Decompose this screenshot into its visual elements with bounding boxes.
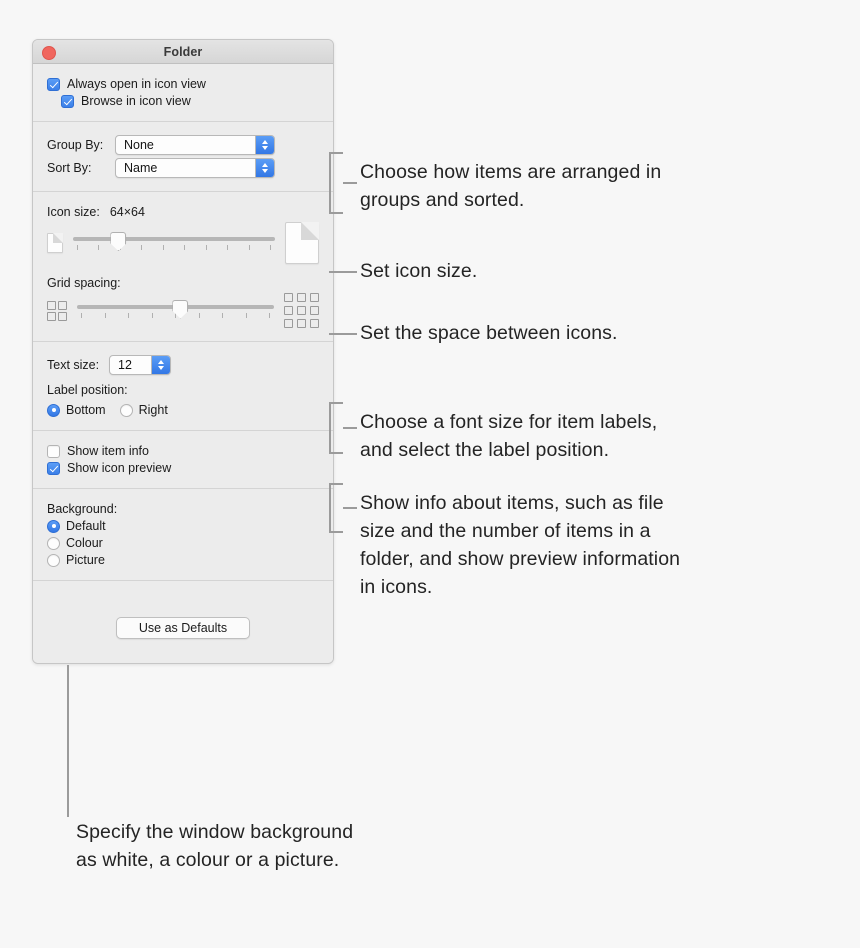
label-position-label: Label position:: [47, 383, 128, 397]
chevron-updown-icon[interactable]: [255, 136, 274, 154]
callout-connector-group-sort: [329, 152, 343, 214]
row-sort-by: Sort By: Name: [33, 158, 333, 178]
show-icon-preview-checkbox[interactable]: [47, 461, 60, 475]
text-size-label: Text size:: [47, 358, 100, 372]
row-browse-icon-view[interactable]: Browse in icon view: [33, 94, 333, 108]
grid-large-icon: [284, 293, 319, 328]
sort-by-label: Sort By:: [47, 161, 92, 175]
background-colour-radio[interactable]: [47, 536, 60, 550]
row-label-position-options: Bottom Right: [33, 403, 333, 417]
window-titlebar: Folder: [33, 40, 333, 64]
text-size-value: 12: [118, 358, 132, 372]
grid-spacing-slider[interactable]: [77, 299, 274, 323]
background-default-radio[interactable]: [47, 519, 60, 533]
row-group-by: Group By: None: [33, 135, 333, 155]
callout-connector-icon-size: [329, 271, 357, 273]
section-show-info: Show item info Show icon preview: [33, 431, 333, 489]
browse-in-icon-view-checkbox[interactable]: [61, 94, 74, 108]
callout-connector-grid-spacing: [329, 333, 357, 335]
section-icon-view: Always open in icon view Browse in icon …: [33, 64, 333, 122]
folder-view-options-window: Folder Always open in icon view Browse i…: [32, 39, 334, 664]
section-sizing: Icon size: 64×64 Grid spacing:: [33, 192, 333, 342]
chevron-updown-icon[interactable]: [255, 159, 274, 177]
grid-small-icon: [47, 300, 67, 321]
row-grid-spacing-label: Grid spacing:: [33, 276, 333, 290]
row-background-label: Background:: [33, 502, 333, 516]
background-default-label: Default: [66, 519, 106, 533]
callout-connector-text-label: [329, 402, 343, 454]
row-show-icon-preview[interactable]: Show icon preview: [33, 461, 333, 475]
use-as-defaults-button[interactable]: Use as Defaults: [115, 617, 251, 639]
row-background-picture[interactable]: Picture: [33, 553, 333, 567]
show-item-info-label: Show item info: [67, 444, 149, 458]
callout-show-info: Show info about items, such as file size…: [360, 492, 681, 598]
callout-group-sort: Choose how items are arranged in groups …: [360, 161, 662, 211]
label-position-right-label: Right: [138, 403, 168, 417]
callout-connector-background: [67, 665, 69, 817]
row-background-default[interactable]: Default: [33, 519, 333, 533]
row-use-as-defaults: Use as Defaults: [33, 591, 333, 653]
row-icon-size-label: Icon size: 64×64: [33, 205, 333, 219]
small-document-icon: [47, 233, 63, 253]
callout-background: Specify the window background as white, …: [76, 821, 354, 871]
row-icon-size-slider: [33, 222, 333, 264]
row-text-size: Text size: 12: [33, 355, 333, 375]
group-by-label: Group By:: [47, 138, 104, 152]
window-title: Folder: [163, 44, 203, 59]
large-document-icon: [285, 222, 319, 264]
icon-size-slider[interactable]: [73, 231, 275, 255]
label-position-bottom-radio[interactable]: [47, 403, 60, 417]
row-background-colour[interactable]: Colour: [33, 536, 333, 550]
grid-spacing-label: Grid spacing:: [47, 276, 121, 290]
row-show-item-info[interactable]: Show item info: [33, 444, 333, 458]
browse-in-icon-view-label: Browse in icon view: [81, 94, 191, 108]
background-label: Background:: [47, 502, 118, 516]
text-size-select[interactable]: 12: [109, 355, 171, 375]
icon-size-label: Icon size:: [47, 205, 100, 219]
callout-text-label: Choose a font size for item labels, and …: [360, 411, 658, 461]
row-grid-spacing-slider: [33, 293, 333, 328]
section-background: Background: Default Colour Picture: [33, 489, 333, 581]
slider-ticks: [73, 245, 275, 251]
label-position-right-radio[interactable]: [119, 403, 133, 417]
show-icon-preview-label: Show icon preview: [67, 461, 172, 475]
group-by-value: None: [124, 138, 154, 152]
callout-grid-spacing: Set the space between icons.: [360, 322, 618, 344]
show-item-info-checkbox[interactable]: [47, 444, 60, 458]
background-colour-label: Colour: [66, 536, 103, 550]
section-arrange: Group By: None Sort By: Name: [33, 122, 333, 192]
chevron-updown-icon[interactable]: [151, 356, 170, 374]
background-picture-radio[interactable]: [47, 553, 60, 567]
section-text: Text size: 12 Label position: Bottom Rig…: [33, 342, 333, 431]
label-position-bottom-label: Bottom: [66, 403, 106, 417]
section-defaults: Use as Defaults: [33, 581, 333, 663]
callout-connector-show-info: [329, 483, 343, 533]
sort-by-select[interactable]: Name: [115, 158, 275, 178]
slider-track: [73, 237, 275, 241]
close-icon[interactable]: [42, 46, 56, 60]
always-open-in-icon-view-label: Always open in icon view: [67, 77, 206, 91]
sort-by-value: Name: [124, 161, 158, 175]
row-always-open[interactable]: Always open in icon view: [33, 77, 333, 91]
always-open-in-icon-view-checkbox[interactable]: [47, 77, 60, 91]
background-picture-label: Picture: [66, 553, 105, 567]
callout-icon-size: Set icon size.: [360, 260, 478, 282]
row-label-position-label: Label position:: [33, 383, 333, 397]
group-by-select[interactable]: None: [115, 135, 275, 155]
icon-size-value: 64×64: [109, 205, 145, 219]
